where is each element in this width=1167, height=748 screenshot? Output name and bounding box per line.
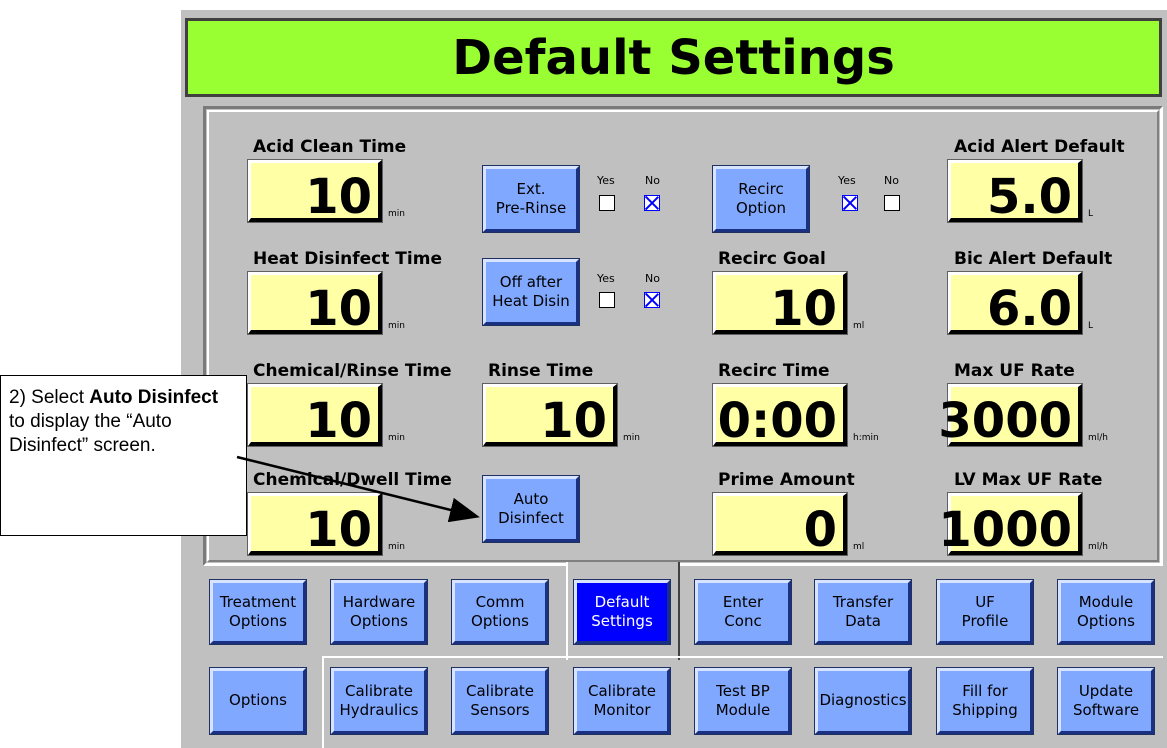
callout-arrow — [236, 455, 480, 523]
